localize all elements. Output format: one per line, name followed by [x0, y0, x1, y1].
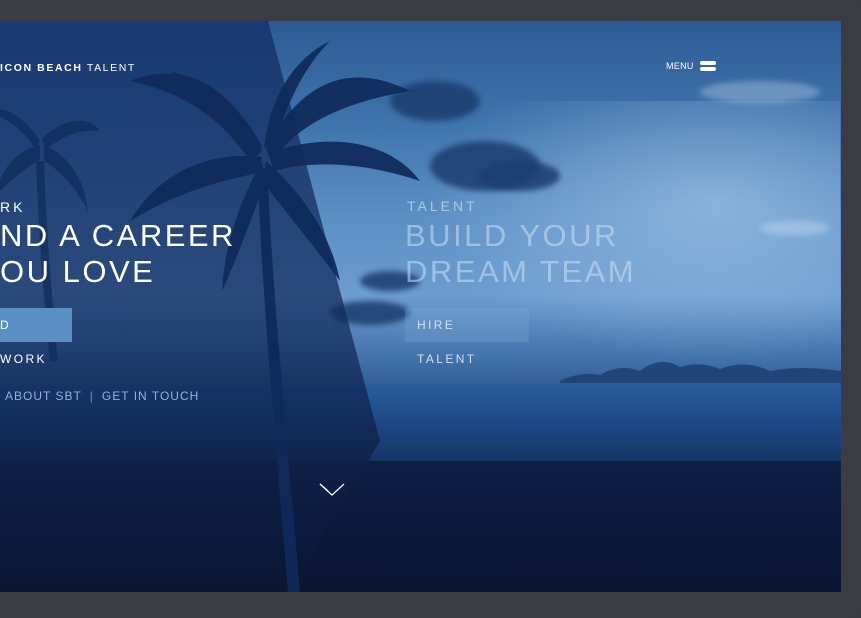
work-headline: ND A CAREER OU LOVE — [0, 218, 236, 290]
brand-logo[interactable]: ICON BEACH TALENT — [0, 62, 136, 74]
work-headline-line2: OU LOVE — [0, 254, 156, 289]
logo-bold-text: ICON BEACH — [0, 62, 83, 74]
logo-light-text: TALENT — [86, 62, 136, 74]
talent-eyebrow: TALENT — [407, 198, 478, 214]
palm-tree-silhouette — [0, 41, 420, 592]
work-headline-line1: ND A CAREER — [0, 218, 236, 253]
talent-headline-line2: DREAM TEAM — [405, 254, 637, 289]
link-separator: | — [89, 389, 94, 403]
scroll-down-chevron-icon[interactable] — [319, 482, 345, 496]
hero-screen: ICON BEACH TALENT MENU RK ND A CAREER OU… — [0, 21, 841, 592]
hire-talent-button[interactable]: HIRE TALENT — [405, 308, 529, 366]
contact-link[interactable]: GET IN TOUCH — [102, 389, 199, 403]
find-work-button[interactable]: D WORK — [0, 308, 72, 366]
menu-label: MENU — [666, 61, 694, 71]
device-frame: ICON BEACH TALENT MENU RK ND A CAREER OU… — [0, 0, 861, 618]
talent-headline: BUILD YOUR DREAM TEAM — [405, 218, 636, 290]
menu-button[interactable]: MENU — [666, 61, 716, 71]
footer-links: ABOUT SBT | GET IN TOUCH — [0, 389, 199, 403]
work-eyebrow: RK — [0, 199, 26, 215]
hamburger-icon — [699, 61, 716, 71]
about-link[interactable]: ABOUT SBT — [0, 389, 82, 403]
talent-headline-line1: BUILD YOUR — [405, 218, 619, 253]
